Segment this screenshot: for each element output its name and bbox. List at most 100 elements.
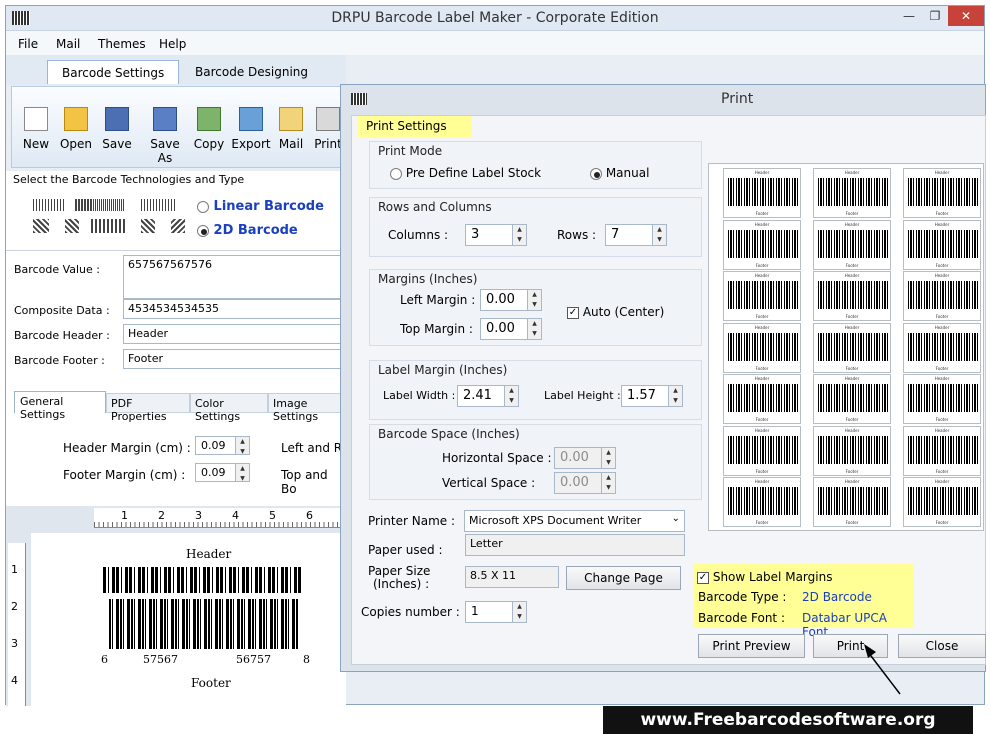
save-as-icon [153,107,177,131]
tab-image-settings[interactable]: Image Settings [268,393,349,423]
rows-spinner[interactable]: 7 ▲ ▼ [605,224,667,246]
linear-barcode-radio[interactable]: Linear Barcode [197,199,324,214]
vertical-space-label: Vertical Space : [442,476,536,490]
show-label-margins-checkbox[interactable]: ✓ Show Label Margins [697,570,832,584]
thumbnail-barcode [818,435,888,464]
spinner-arrows-icon[interactable]: ▲ ▼ [512,602,526,622]
thumbnail-header: Header [754,479,770,484]
menu-help[interactable]: Help [159,37,186,51]
rows-columns-group: Rows and Columns Columns : 3 ▲ ▼ Rows : 7 ▲… [369,197,702,257]
copies-number-spinner[interactable]: 1 ▲ ▼ [465,601,527,623]
window-title: DRPU Barcode Label Maker - Corporate Edi… [331,10,659,26]
spinner-arrows-icon[interactable]: ▲ ▼ [235,437,249,455]
2d-barcode-radio[interactable]: 2D Barcode [197,223,298,238]
printer-name-select[interactable]: Microsoft XPS Document Writer ⌄ [464,510,685,532]
barcode-type-icon[interactable] [141,219,155,233]
label-height-spinner[interactable]: 1.57 ▲ ▼ [621,385,683,407]
barcode-value-input[interactable]: 657567567576 [123,255,348,299]
toolbar: New Open Save Save As Copy Export Mail P… [11,86,346,168]
tab-color-settings[interactable]: Color Settings [190,393,268,423]
spinner-arrows-icon[interactable]: ▲ ▼ [668,386,682,406]
barcode-type-icon[interactable] [33,219,49,233]
footer-margin-spinner[interactable]: 0.09 ▲ ▼ [195,463,250,482]
barcode-type-icon[interactable] [91,219,127,233]
left-margin-spinner[interactable]: 0.00 ▲ ▼ [480,289,542,311]
thumbnail-barcode [908,435,978,464]
title-bar: DRPU Barcode Label Maker - Corporate Edi… [6,6,984,31]
thumbnail-footer: Footer [845,468,859,474]
thumbnail-header: Header [844,221,860,227]
barcode-type-icon[interactable] [33,199,65,211]
copy-button[interactable]: Copy [187,107,231,151]
mail-icon [279,107,303,131]
tab-general-settings[interactable]: General Settings [14,391,106,421]
tab-barcode-settings[interactable]: Barcode Settings [47,60,180,84]
header-margin-spinner[interactable]: 0.09 ▲ ▼ [195,436,250,455]
vertical-space-spinner[interactable]: 0.00 ▲ ▼ [554,472,616,494]
cursor-arrow-icon [864,644,901,695]
spinner-arrows-icon[interactable]: ▲ ▼ [504,386,518,406]
thumbnail-barcode [728,178,798,206]
thumbnail-header: Header [934,170,950,175]
top-bottom-margin-label: Top and Bo [281,468,328,496]
spinner-arrows-icon[interactable]: ▲ ▼ [527,319,541,339]
barcode-type-icon[interactable] [65,219,79,233]
thumbnail-footer: Footer [935,468,949,474]
tab-barcode-designing-view[interactable]: Barcode Designing View [181,60,346,103]
barcode-type-icon[interactable] [171,219,185,233]
spinner-arrows-icon[interactable]: ▲ ▼ [512,225,526,245]
spinner-arrows-icon[interactable]: ▲ ▼ [235,464,249,482]
label-thumbnail: Header Footer [723,425,801,476]
maximize-button[interactable]: ❐ [922,6,948,26]
thumbnail-barcode [728,229,798,258]
manual-radio[interactable]: Manual [590,166,649,180]
save-button[interactable]: Save [95,107,139,151]
export-button[interactable]: Export [229,107,273,151]
label-sheet-preview: Header Footer Header Footer Header Footer Head… [708,163,984,531]
export-icon [239,107,263,131]
barcode-footer-input[interactable]: Footer [123,349,348,369]
menu-themes[interactable]: Themes [98,37,146,51]
menu-file[interactable]: File [18,37,38,51]
label-thumbnail: Header Footer [903,271,981,321]
thumbnail-barcode [728,384,798,412]
close-window-button[interactable]: ✕ [948,6,984,26]
open-button[interactable]: Open [54,107,98,151]
menu-bar: File Mail Themes Help [6,31,984,55]
horizontal-space-spinner[interactable]: 0.00 ▲ ▼ [554,447,616,469]
barcode-footer-label: Barcode Footer : [14,354,105,367]
barcode-label-preview[interactable]: Header 6 57567 56757 8 Footer [31,533,346,706]
barcode-type-icon[interactable] [91,199,125,211]
thumbnail-barcode [908,281,978,309]
thumbnail-header: Header [754,170,770,175]
print-dialog-body: Print Settings Print Mode Pre Define Lab… [351,115,986,665]
copy-icon [197,107,221,131]
auto-center-checkbox[interactable]: ✓ Auto (Center) [567,305,664,319]
spinner-arrows-icon[interactable]: ▲ ▼ [601,473,615,493]
composite-data-input[interactable]: 4534534534535 [123,299,348,319]
save-as-button[interactable]: Save As [143,107,187,165]
spinner-arrows-icon[interactable]: ▲ ▼ [527,290,541,310]
label-thumbnail: Header Footer [723,374,801,424]
new-button[interactable]: New [14,107,58,151]
predefine-label-stock-radio[interactable]: Pre Define Label Stock [390,166,541,180]
change-page-button[interactable]: Change Page [566,566,681,590]
barcode-type-icon[interactable] [141,199,177,211]
barcode-header-input[interactable]: Header [123,324,348,344]
thumbnail-barcode [818,487,888,515]
minimize-button[interactable]: — [896,6,922,26]
spinner-arrows-icon[interactable]: ▲ ▼ [652,225,666,245]
chevron-down-icon[interactable]: ⌄ [672,513,680,524]
thumbnail-footer: Footer [755,520,769,525]
spinner-arrows-icon[interactable]: ▲ ▼ [601,448,615,468]
thumbnail-barcode [908,332,978,361]
top-margin-spinner[interactable]: 0.00 ▲ ▼ [480,318,542,340]
thumbnail-header: Header [934,376,950,381]
thumbnail-barcode [908,229,978,258]
columns-spinner[interactable]: 3 ▲ ▼ [465,224,527,246]
print-preview-button[interactable]: Print Preview [698,634,805,658]
label-width-spinner[interactable]: 2.41 ▲ ▼ [457,385,519,407]
tab-pdf-properties[interactable]: PDF Properties [106,393,190,423]
menu-mail[interactable]: Mail [56,37,80,51]
close-button[interactable]: Close [898,634,986,658]
